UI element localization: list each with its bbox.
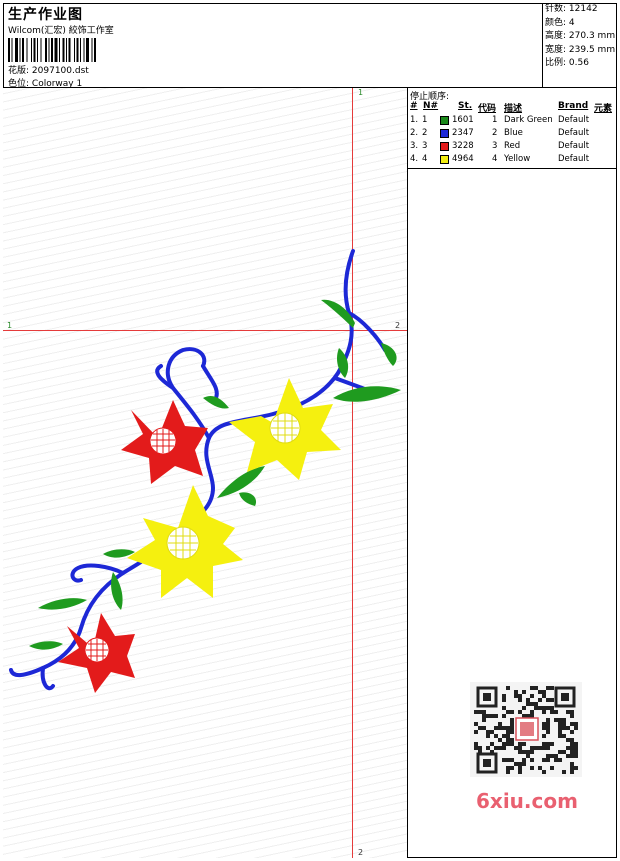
color-swatch xyxy=(440,116,449,125)
yellow-flower-top xyxy=(229,378,341,480)
col-header-code: 代码 xyxy=(478,104,497,114)
stat-height: 高度: 270.3 mm xyxy=(545,31,616,41)
stop-row: 1. 1 1601 1 Dark Green Default xyxy=(410,115,590,125)
col-header-st: St. xyxy=(458,101,473,111)
stop-sequence-panel: 停止顺序: # N# St. 代码 描述 Brand 元素 1. 1 1601 … xyxy=(408,88,617,169)
curl-tip xyxy=(155,364,175,390)
stats-panel: 针数: 12142 颜色: 4 高度: 270.3 mm 宽度: 239.5 m… xyxy=(542,3,617,87)
col-header-n: N# xyxy=(423,101,439,111)
leaf-center-small xyxy=(239,492,257,506)
red-flower-bottom xyxy=(58,613,135,693)
stat-scale: 比例: 0.56 xyxy=(545,58,589,68)
header: 生产作业图 Wilcom(汇宏) 絞饰工作室 花版: 2097100.dst 色… xyxy=(3,3,617,89)
barcode xyxy=(8,38,96,62)
embroidery-design xyxy=(9,249,401,693)
col-header-brand: Brand xyxy=(558,101,589,111)
col-header-element: 元素 xyxy=(594,104,613,114)
leaf-upper-small xyxy=(203,396,229,409)
red-flower-top xyxy=(121,400,208,484)
stat-colors: 颜色: 4 xyxy=(545,17,575,28)
lower-curl-2 xyxy=(40,666,55,691)
design-label: 花版: xyxy=(8,66,30,76)
leaf-lower-4 xyxy=(29,641,63,650)
stat-width: 宽度: 239.5 mm xyxy=(545,44,616,55)
stop-row: 3. 3 3228 3 Red Default xyxy=(410,141,590,151)
stat-stitches: 针数: 12142 xyxy=(545,4,598,14)
leaf-lower-3 xyxy=(38,598,87,610)
right-branch xyxy=(347,311,387,352)
leaf-right xyxy=(333,386,401,402)
stop-row: 4. 4 4964 4 Yellow Default xyxy=(410,154,590,164)
main-stem xyxy=(191,249,355,522)
design-info: 花版: 2097100.dst xyxy=(8,63,89,76)
design-value: 2097100.dst xyxy=(31,66,89,76)
color-swatch xyxy=(440,155,449,164)
page-title: 生产作业图 xyxy=(8,7,83,23)
col-header-desc: 描述 xyxy=(504,104,523,114)
qr-code xyxy=(470,682,582,777)
green-leaves xyxy=(29,299,401,650)
color-swatch xyxy=(440,129,449,138)
stop-row: 2. 2 2347 2 Blue Default xyxy=(410,128,590,138)
color-swatch xyxy=(440,142,449,151)
curl-small xyxy=(201,364,219,402)
design-canvas: 1 2 1 2 xyxy=(3,88,408,858)
watermark-logo: 6xiu.com xyxy=(476,789,578,813)
yellow-flower-bottom xyxy=(127,485,243,598)
leaf-top-right xyxy=(381,343,397,366)
company-name: Wilcom(汇宏) 絞饰工作室 xyxy=(8,26,114,36)
col-header-num: # xyxy=(410,101,418,111)
